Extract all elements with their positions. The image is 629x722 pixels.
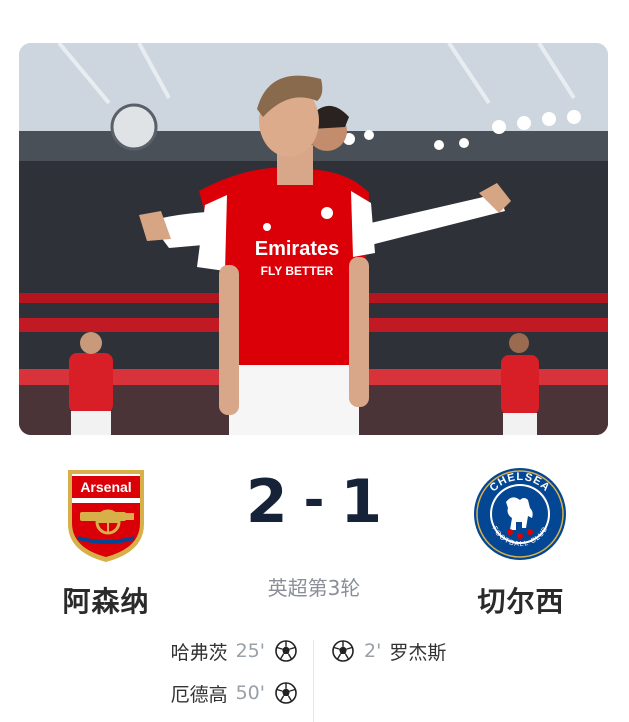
celebration-photo-illustration: Emirates FLY BETTER (19, 43, 608, 435)
scorer-name: 哈弗茨 (170, 641, 228, 664)
arsenal-crest-icon: Arsenal (68, 470, 144, 562)
home-scorer-row[interactable]: 哈弗茨 25' (171, 637, 297, 665)
score-separator: - (303, 471, 325, 529)
sponsor-subtext: FLY BETTER (261, 264, 334, 278)
away-score: 1 (340, 467, 383, 537)
scorer-name: 罗杰斯 (389, 641, 447, 664)
football-icon (332, 640, 354, 662)
arsenal-badge-text: Arsenal (80, 479, 131, 495)
away-team-name[interactable]: 切尔西 (441, 580, 601, 620)
sponsor-text: Emirates (255, 238, 340, 260)
match-photo[interactable]: Emirates FLY BETTER (19, 43, 608, 435)
home-score: 2 (245, 467, 288, 537)
home-team-name[interactable]: 阿森纳 (26, 580, 186, 620)
chelsea-logo[interactable]: CHELSEA FOOTBALL CLUB (472, 466, 568, 562)
goal-minute: 25' (235, 640, 265, 662)
football-icon (275, 640, 297, 662)
goal-minute: 50' (235, 682, 265, 704)
home-scorer-row[interactable]: 厄德高 50' (171, 679, 297, 707)
football-icon (275, 682, 297, 704)
away-scorer-row[interactable]: 2' 罗杰斯 (332, 637, 446, 665)
match-round: 英超第3轮 (267, 576, 361, 600)
goal-minute: 2' (364, 640, 382, 662)
match-score: 2 - 1 (214, 466, 414, 538)
scorers-divider (313, 640, 314, 722)
scorer-name: 厄德高 (170, 683, 228, 706)
arsenal-logo[interactable]: Arsenal (64, 466, 148, 564)
chelsea-crest-icon: CHELSEA FOOTBALL CLUB (474, 468, 566, 560)
